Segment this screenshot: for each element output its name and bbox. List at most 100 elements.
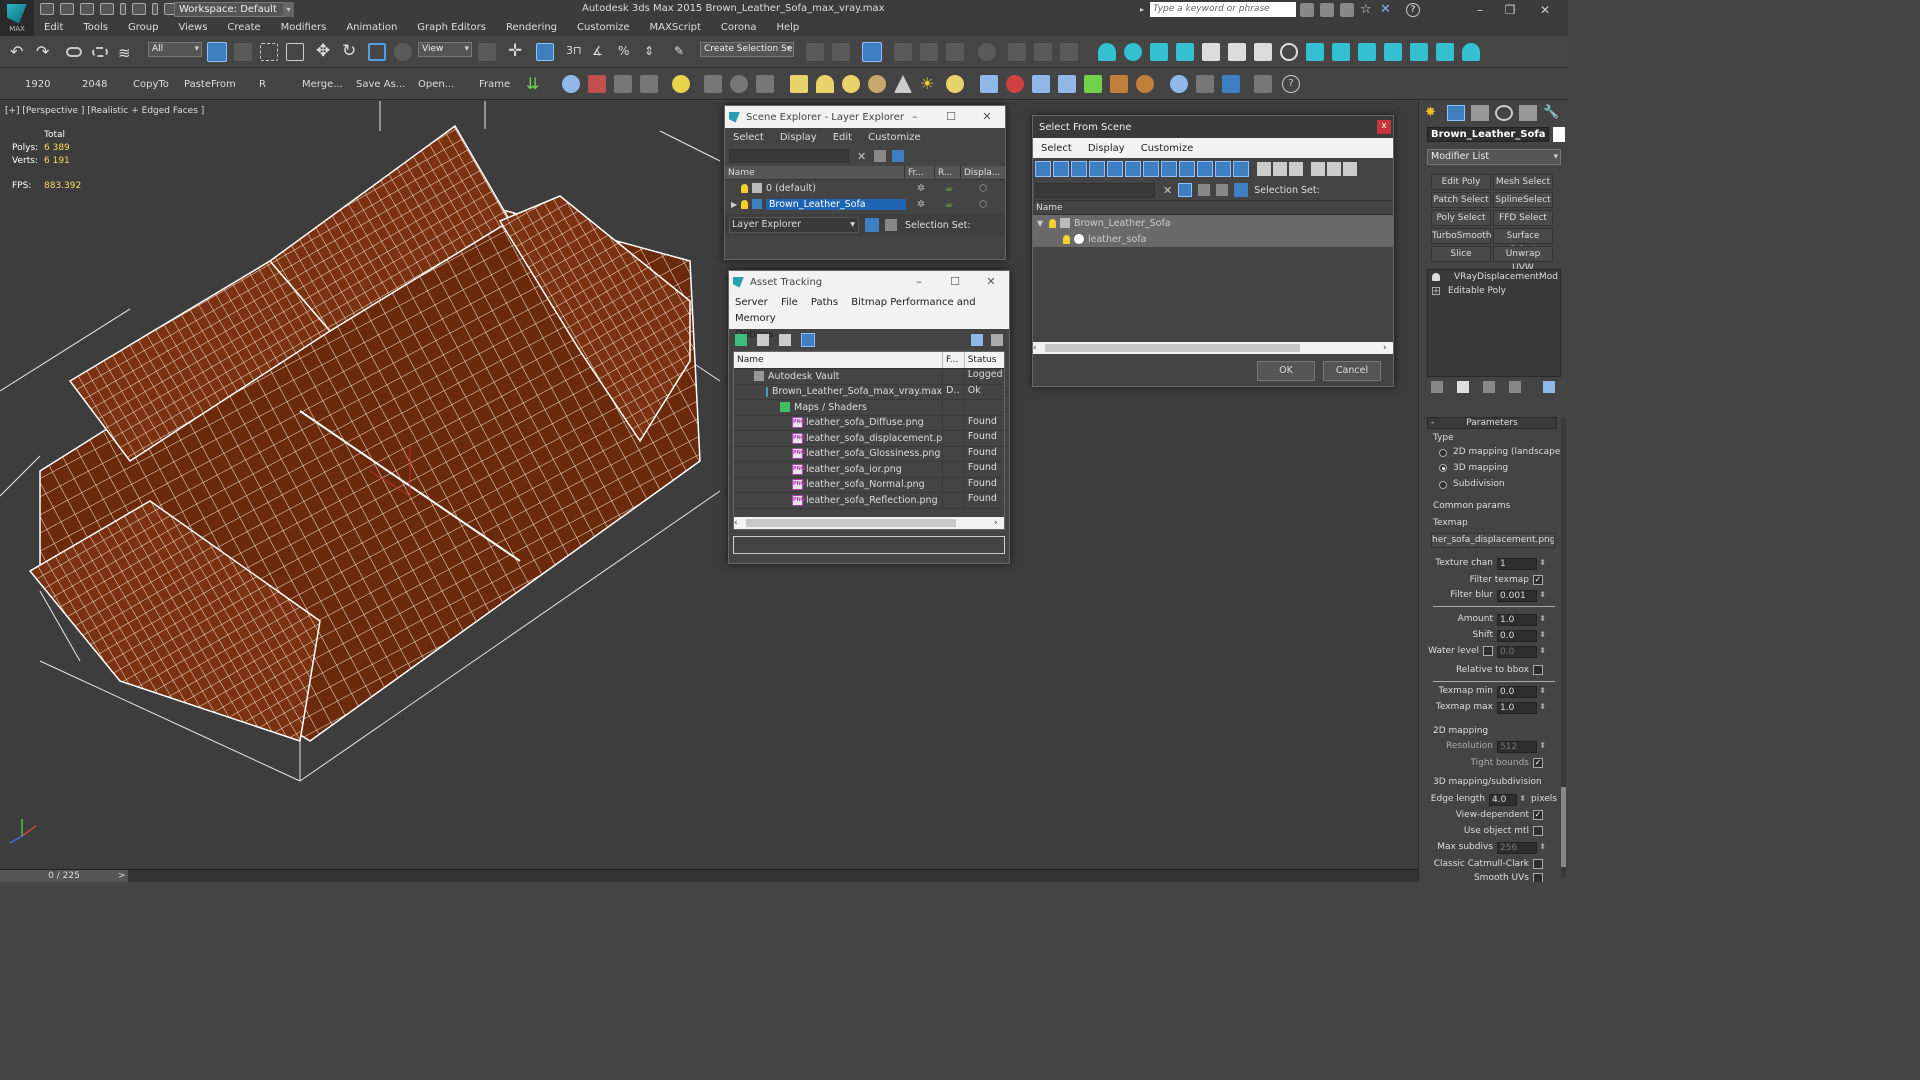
hierarchy-icon[interactable] bbox=[885, 219, 897, 231]
sfs-layers-icon[interactable] bbox=[1216, 184, 1229, 196]
vray-toolbar-5-icon[interactable] bbox=[1410, 43, 1428, 61]
asset-tracking-maximize-button[interactable]: ☐ bbox=[937, 271, 973, 293]
camera-icon[interactable] bbox=[704, 75, 722, 93]
workspace-dropdown-arrow-icon[interactable]: ▾ bbox=[283, 2, 294, 17]
link-icon[interactable] bbox=[66, 47, 82, 57]
help-icon[interactable]: ? bbox=[1406, 3, 1420, 17]
render-elements-icon[interactable] bbox=[1196, 75, 1214, 93]
cloth-icon[interactable] bbox=[1136, 75, 1154, 93]
window-crossing-icon[interactable] bbox=[286, 43, 304, 61]
make-unique-icon[interactable] bbox=[1483, 381, 1495, 393]
asset-row[interactable]: PNG leather_sofa_Reflection.png Found bbox=[734, 493, 1004, 509]
ffd-select-button[interactable]: FFD Select bbox=[1493, 210, 1553, 226]
asset-column-full-path[interactable]: F... bbox=[943, 352, 965, 368]
command-panel-scroll-thumb[interactable] bbox=[1561, 787, 1566, 867]
spline-select-button[interactable]: SplineSelect bbox=[1493, 192, 1553, 208]
teapot-icon[interactable] bbox=[562, 75, 580, 93]
patch-select-button[interactable]: Patch Select bbox=[1431, 192, 1491, 208]
sfs-row-sofa[interactable]: ▼ Brown_Leather_Sofa bbox=[1033, 215, 1393, 231]
layers-icon[interactable] bbox=[892, 150, 905, 162]
stack-item[interactable]: + Editable Poly bbox=[1428, 284, 1560, 298]
select-by-name-icon[interactable] bbox=[234, 43, 252, 61]
render-setup-icon[interactable] bbox=[1008, 43, 1026, 61]
asset-path-field[interactable] bbox=[733, 535, 1005, 554]
scroll-left-icon[interactable]: ‹ bbox=[734, 518, 744, 528]
help-search-input[interactable]: Type a keyword or phrase bbox=[1150, 2, 1296, 17]
undo-dropdown-icon[interactable] bbox=[120, 3, 126, 15]
spinner-snap-icon[interactable]: ⇕ bbox=[644, 42, 662, 60]
expand-plus-icon[interactable]: + bbox=[1432, 287, 1440, 295]
pivot-center-icon[interactable] bbox=[478, 43, 496, 61]
pastefrom-button[interactable]: PasteFrom bbox=[184, 79, 236, 90]
hair-icon[interactable] bbox=[1110, 75, 1128, 93]
collapse-arrow-icon[interactable]: ▼ bbox=[1037, 219, 1049, 228]
display-invert-icon[interactable] bbox=[1289, 162, 1303, 176]
light-bulb-icon[interactable] bbox=[1063, 234, 1070, 244]
scene-explorer-search-input[interactable] bbox=[729, 149, 849, 163]
radio-3d-mapping[interactable] bbox=[1439, 464, 1447, 472]
vray-toolbar-7-icon[interactable] bbox=[1462, 43, 1480, 61]
vray-sun-icon[interactable] bbox=[1124, 43, 1142, 61]
placement-icon[interactable] bbox=[394, 43, 412, 61]
select-object-icon[interactable] bbox=[207, 42, 227, 62]
max-subdivs-spinner[interactable]: 256 bbox=[1497, 842, 1546, 854]
vray-bulb-icon[interactable] bbox=[1254, 43, 1272, 61]
filter-texmap-checkbox[interactable]: ✓ bbox=[1533, 575, 1543, 585]
vray-toolbar-6-icon[interactable] bbox=[1436, 43, 1454, 61]
asset-column-name[interactable]: Name bbox=[734, 352, 944, 368]
asset-row[interactable]: PNG leather_sofa_Glossiness.png Found bbox=[734, 446, 1004, 462]
menu-views[interactable]: Views bbox=[168, 20, 217, 36]
render-teapot-icon[interactable]: ☕ bbox=[945, 199, 954, 210]
helper-icon[interactable] bbox=[1006, 75, 1024, 93]
column-name[interactable]: Name bbox=[725, 166, 905, 179]
percent-snap-icon[interactable]: % bbox=[618, 42, 636, 60]
display-none-icon[interactable] bbox=[1273, 162, 1287, 176]
asset-tracking-titlebar[interactable]: Asset Tracking – ☐ ✕ bbox=[729, 271, 1009, 293]
menu-file[interactable]: File bbox=[781, 297, 798, 308]
key-icon[interactable] bbox=[1320, 3, 1334, 17]
render-region-icon[interactable] bbox=[588, 75, 606, 93]
material-editor-icon[interactable] bbox=[978, 43, 996, 61]
edit-named-selection-icon[interactable]: ✎ bbox=[674, 42, 692, 60]
layer-row-default[interactable]: 0 (default) ✲ ☕ ⬡ bbox=[725, 180, 1005, 196]
rendered-frame-window-icon[interactable] bbox=[1034, 43, 1052, 61]
texmap-max-spinner[interactable]: 1.0 bbox=[1497, 702, 1546, 714]
sfs-selection-set-icon[interactable] bbox=[1234, 183, 1249, 197]
select-manipulate-icon[interactable]: ✛ bbox=[508, 42, 526, 60]
poly-select-button[interactable]: Poly Select bbox=[1431, 210, 1491, 226]
layer-explorer-toggle-icon[interactable] bbox=[862, 42, 882, 62]
utilities-tab-icon[interactable]: 🔧 bbox=[1543, 105, 1561, 121]
object-name-field[interactable]: Brown_Leather_Sofa bbox=[1427, 127, 1549, 142]
texture-chan-spinner[interactable]: 1 bbox=[1497, 558, 1546, 570]
named-selection-set-dropdown[interactable]: Create Selection Se bbox=[700, 42, 794, 57]
search-expand-icon[interactable]: ▸ bbox=[1140, 2, 1148, 17]
tree-view-icon[interactable] bbox=[779, 334, 791, 346]
batch-render-icon[interactable] bbox=[1222, 75, 1240, 93]
scene-explorer-menu-customize[interactable]: Customize bbox=[860, 132, 929, 143]
edit-poly-button[interactable]: Edit Poly bbox=[1431, 174, 1491, 190]
scene-explorer-close-button[interactable]: ✕ bbox=[969, 106, 1005, 128]
sfs-menu-select[interactable]: Select bbox=[1033, 143, 1080, 154]
grid-icon[interactable] bbox=[756, 75, 774, 93]
select-from-scene-titlebar[interactable]: Select From Scene x bbox=[1033, 116, 1393, 138]
display-box-icon[interactable]: ⬡ bbox=[979, 199, 987, 210]
display-geometry-icon[interactable] bbox=[1035, 161, 1051, 177]
display-spacewarps-icon[interactable] bbox=[1125, 161, 1141, 177]
next-frame-arrow[interactable]: > bbox=[118, 870, 128, 882]
display-helpers-icon[interactable] bbox=[1107, 161, 1123, 177]
column-display[interactable]: Displa... bbox=[961, 166, 1005, 179]
filter-icon[interactable] bbox=[874, 150, 887, 162]
safe-frame-icon[interactable] bbox=[730, 75, 748, 93]
stack-item[interactable]: VRayDisplacementMod bbox=[1428, 270, 1560, 284]
vray-proxy-icon[interactable] bbox=[1150, 43, 1168, 61]
minimize-button[interactable]: – bbox=[1470, 2, 1490, 18]
scroll-right-icon[interactable]: › bbox=[994, 518, 1004, 528]
remove-modifier-icon[interactable] bbox=[1509, 381, 1521, 393]
turbosmooth-button[interactable]: TurboSmooth bbox=[1431, 228, 1491, 244]
explorer-type-dropdown[interactable]: Layer Explorer ▾ bbox=[729, 217, 859, 233]
filter-blur-spinner[interactable]: 0.001 bbox=[1497, 590, 1546, 602]
scene-explorer-menu-display[interactable]: Display bbox=[772, 132, 825, 143]
layer-tool-2-icon[interactable] bbox=[640, 75, 658, 93]
copyto-button[interactable]: CopyTo bbox=[133, 79, 169, 90]
render-production-icon[interactable] bbox=[1060, 43, 1078, 61]
